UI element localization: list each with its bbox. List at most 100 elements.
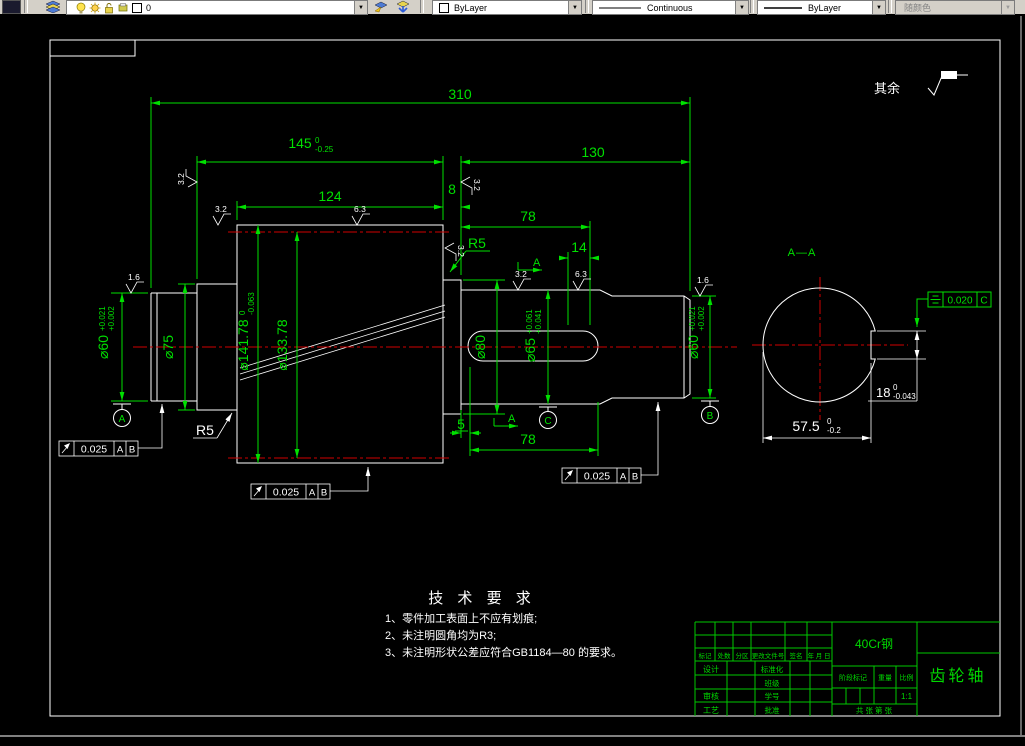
lineweight-dropdown-arrow[interactable]: ▼: [872, 1, 885, 14]
svg-text:0.025: 0.025: [81, 444, 107, 456]
svg-text:310: 310: [448, 86, 472, 102]
svg-text:0: 0: [315, 136, 320, 145]
svg-text:处数: 处数: [718, 651, 732, 660]
svg-text:审核: 审核: [703, 691, 719, 701]
svg-text:R5: R5: [468, 235, 486, 251]
svg-text:+0.021: +0.021: [688, 306, 697, 331]
svg-text:年 月 日: 年 月 日: [807, 651, 830, 660]
linetype-sample-icon: [599, 7, 641, 8]
svg-text:班级: 班级: [765, 678, 780, 688]
surface-note-text: 其余: [874, 81, 900, 96]
material-label: 40Cr钢: [855, 637, 893, 651]
svg-text:⌀133.78: ⌀133.78: [274, 319, 290, 370]
svg-text:⌀60: ⌀60: [95, 335, 111, 359]
layer-color-swatch[interactable]: [132, 2, 142, 13]
gear-helix-lines: [239, 304, 446, 381]
color-dropdown-arrow[interactable]: ▼: [568, 1, 581, 14]
svg-text:标记: 标记: [699, 651, 713, 660]
dimension-124: 124: [236, 188, 443, 220]
bylayer-color-swatch: [439, 2, 449, 13]
layer-control-combobox[interactable]: 0 ▼: [66, 0, 368, 15]
svg-text:0.020: 0.020: [947, 296, 972, 307]
plotstyle-control-combobox: 随颜色 ▼: [895, 0, 1015, 15]
svg-text:0.025: 0.025: [584, 471, 610, 483]
surface-finish-note: 其余: [874, 71, 968, 96]
svg-text:145: 145: [288, 135, 312, 151]
svg-text:78: 78: [520, 431, 536, 447]
scale-value: 1:1: [901, 692, 913, 701]
layer-plot-icon[interactable]: [117, 2, 129, 14]
svg-text:C: C: [980, 296, 987, 307]
svg-text:+0.041: +0.041: [534, 309, 543, 334]
separator: [420, 0, 424, 13]
application-window: 0 ▼ ByLayer ▼ Continuous ▼ ByLayer ▼ 随颜色…: [0, 0, 1025, 746]
separator: [888, 0, 892, 13]
lineweight-control-combobox[interactable]: ByLayer ▼: [757, 0, 886, 15]
svg-text:14: 14: [571, 239, 587, 255]
svg-text:工艺: 工艺: [703, 706, 719, 715]
svg-text:6.3: 6.3: [354, 204, 366, 214]
svg-text:A: A: [119, 414, 126, 425]
datum-b: B: [701, 400, 719, 424]
layer-on-bulb-icon[interactable]: [75, 2, 87, 14]
fcf-runout-1: 0.025 A B: [58, 404, 165, 457]
dimension-18: 18 0 -0.043: [868, 330, 926, 402]
fcf-runout-3: 0.025 A B: [561, 402, 661, 484]
linetype-control-combobox[interactable]: Continuous ▼: [592, 0, 749, 15]
tech-item-1: 1、零件加工表面上不应有划痕;: [385, 611, 537, 625]
lineweight-value-label: ByLayer: [808, 2, 842, 13]
svg-text:签名: 签名: [790, 651, 803, 660]
title-block: 标记 处数 分区 更改文件号 签名 年 月 日 设计 审核 工艺 标准化 班级 …: [694, 621, 1000, 716]
radius-callout-white: R5: [193, 412, 233, 439]
block-tool-icon[interactable]: [2, 0, 21, 14]
lineweight-sample-icon: [764, 6, 802, 9]
separator: [750, 0, 754, 13]
svg-text:批准: 批准: [765, 705, 780, 715]
svg-text:⌀80: ⌀80: [472, 335, 488, 359]
svg-text:18: 18: [876, 385, 890, 400]
drawing-canvas[interactable]: 其余 310 145 0 -0.25 124 8 130 78 14 5 78 …: [0, 0, 1025, 746]
svg-text:⌀141.78: ⌀141.78: [235, 319, 251, 370]
linetype-dropdown-arrow[interactable]: ▼: [735, 1, 748, 14]
svg-text:B: B: [321, 488, 327, 499]
svg-text:0: 0: [827, 417, 832, 426]
svg-text:0: 0: [893, 383, 898, 392]
svg-text:-0.043: -0.043: [893, 392, 916, 401]
svg-text:A: A: [309, 488, 316, 499]
svg-text:6.3: 6.3: [575, 269, 587, 279]
svg-text:⌀65: ⌀65: [522, 338, 538, 362]
svg-text:+0.061: +0.061: [525, 309, 534, 334]
svg-text:0: 0: [238, 310, 247, 315]
color-control-combobox[interactable]: ByLayer ▼: [432, 0, 582, 15]
svg-text:3.2: 3.2: [472, 179, 482, 191]
make-layer-current-button[interactable]: [372, 0, 390, 13]
layer-name-label: 0: [146, 2, 152, 13]
svg-text:⌀60: ⌀60: [685, 335, 701, 359]
section-cut-label-bottom: A: [493, 413, 518, 429]
dimension-5: 5: [450, 367, 481, 456]
datum-a: A: [113, 403, 131, 427]
layer-thaw-sun-icon[interactable]: [89, 2, 101, 14]
linetype-value-label: Continuous: [647, 2, 693, 13]
radius-callout-green: R5: [449, 235, 490, 273]
svg-text:-0.25: -0.25: [315, 145, 334, 154]
svg-text:78: 78: [520, 208, 536, 224]
layer-previous-button[interactable]: [394, 0, 412, 13]
dimension-78-bottom: 78: [470, 402, 599, 456]
svg-text:3.2: 3.2: [176, 173, 186, 185]
layer-unlock-icon[interactable]: [103, 2, 115, 14]
svg-text:-0.2: -0.2: [827, 426, 841, 435]
tech-title: 技 术 要 求: [428, 590, 536, 607]
layer-dropdown-arrow[interactable]: ▼: [354, 1, 367, 14]
svg-text:A: A: [620, 472, 627, 483]
dimension-dia141: ⌀141.78 0 -0.063: [235, 225, 261, 463]
plotstyle-value-label: 随颜色: [904, 3, 932, 13]
datum-c: C: [539, 406, 557, 429]
svg-text:更改文件号: 更改文件号: [752, 651, 785, 660]
svg-text:A: A: [117, 445, 124, 456]
separator: [585, 0, 589, 13]
svg-text:3.2: 3.2: [456, 245, 466, 257]
layers-icon[interactable]: [44, 0, 62, 13]
dimension-130: 130: [460, 144, 690, 275]
svg-text:130: 130: [581, 144, 605, 160]
